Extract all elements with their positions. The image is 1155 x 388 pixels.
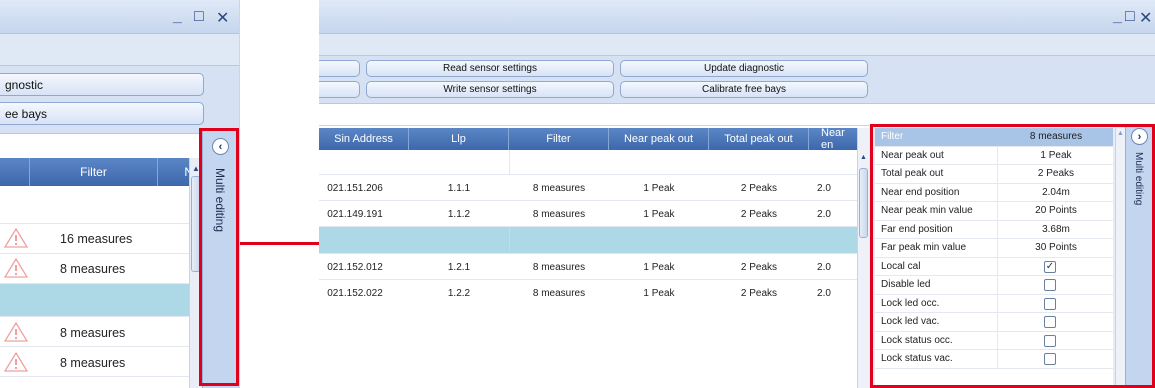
total-peak-cell: 2 Peaks <box>740 182 778 194</box>
address-cell: 021.152.012 <box>327 261 383 273</box>
right-titlebar: _ □ ✕ <box>319 0 1155 34</box>
address-cell: 021.151.206 <box>327 182 383 194</box>
left-ribbon-top <box>0 34 239 66</box>
table-row[interactable]: 8 measures <box>0 347 190 377</box>
left-titlebar: _ □ ✕ <box>0 0 239 34</box>
table-row-selected[interactable] <box>0 284 200 317</box>
filter-cell: 8 measures <box>532 182 586 194</box>
warning-icon <box>4 352 28 372</box>
address-cell: 021.149.191 <box>327 208 383 220</box>
highlight-box <box>870 124 1155 388</box>
table-row[interactable]: 021.149.191 1.1.2 8 measures 1 Peak 2 Pe… <box>319 201 857 227</box>
highlight-box <box>199 128 239 386</box>
filter-cell: 8 measures <box>60 356 126 370</box>
total-peak-cell: 2 Peaks <box>740 261 778 273</box>
total-peak-cell: 2 Peaks <box>740 208 778 220</box>
table-row[interactable]: 021.151.206 1.1.1 8 measures 1 Peak 2 Pe… <box>319 175 857 201</box>
table-row[interactable]: 021.152.022 1.2.2 8 measures 1 Peak 2 Pe… <box>319 280 857 306</box>
right-window: _ □ ✕ Read sensor settings Update diagno… <box>319 0 1155 388</box>
header-llp[interactable]: Llp <box>409 128 509 150</box>
table-row[interactable]: 16 measures <box>0 224 190 254</box>
llp-cell: 1.2.2 <box>447 287 471 299</box>
maximize-icon[interactable]: □ <box>194 8 204 26</box>
write-sensor-settings-button[interactable]: Write sensor settings <box>366 81 614 98</box>
table-row[interactable]: 8 measures <box>0 317 190 347</box>
near-peak-cell: 1 Peak <box>643 287 675 299</box>
button-label: gnostic <box>5 77 44 92</box>
near-end-cell: 2.0 <box>817 208 831 220</box>
calibrate-free-bays-button[interactable]: ee bays <box>0 102 204 125</box>
near-peak-cell: 1 Peak <box>643 208 675 220</box>
maximize-icon[interactable]: □ <box>1125 8 1135 26</box>
table-row[interactable] <box>319 150 857 175</box>
right-ribbon: Read sensor settings Update diagnostic W… <box>319 56 1155 104</box>
filter-cell: 8 measures <box>60 326 126 340</box>
filter-bar[interactable] <box>319 104 871 126</box>
close-icon[interactable]: ✕ <box>1139 8 1152 28</box>
address-cell: 021.152.022 <box>327 287 383 299</box>
near-end-cell: 2.0 <box>817 287 831 299</box>
header-total-peak-out[interactable]: Total peak out <box>709 128 809 150</box>
filter-cell: 8 measures <box>532 261 586 273</box>
minimize-icon[interactable]: _ <box>173 8 182 26</box>
header-cell <box>0 158 30 186</box>
ribbon-button-partial[interactable] <box>319 81 360 98</box>
filter-cell: 8 measures <box>60 262 126 276</box>
update-diagnostic-button[interactable]: Update diagnostic <box>620 60 868 77</box>
llp-cell: 1.1.1 <box>447 182 471 194</box>
close-icon[interactable]: ✕ <box>216 8 229 28</box>
header-near-peak-out[interactable]: Near peak out <box>609 128 709 150</box>
header-near-en[interactable]: Near en <box>809 127 857 151</box>
right-ribbon-top <box>319 34 1155 56</box>
warning-icon <box>4 258 28 278</box>
llp-cell: 1.2.1 <box>447 261 471 273</box>
table-row-selected[interactable] <box>319 227 857 254</box>
near-end-cell: 2.0 <box>817 182 831 194</box>
read-sensor-settings-button[interactable]: Read sensor settings <box>366 60 614 77</box>
scrollbar-thumb[interactable] <box>859 168 868 238</box>
header-filter[interactable]: Filter <box>30 158 158 186</box>
scroll-up-icon[interactable]: ▲ <box>860 154 867 161</box>
left-ribbon: gnostic ee bays <box>0 66 239 134</box>
total-peak-cell: 2 Peaks <box>740 287 778 299</box>
right-grid-header: Sin Address Llp Filter Near peak out Tot… <box>319 127 857 151</box>
minimize-icon[interactable]: _ <box>1113 8 1122 26</box>
near-peak-cell: 1 Peak <box>643 182 675 194</box>
filter-cell: 8 measures <box>532 287 586 299</box>
near-end-cell: 2.0 <box>817 261 831 273</box>
grid-vertical-scrollbar[interactable]: ▲ <box>857 128 869 388</box>
warning-icon <box>4 322 28 342</box>
update-diagnostic-button[interactable]: gnostic <box>0 73 204 96</box>
filter-cell: 8 measures <box>532 208 586 220</box>
ribbon-button-partial[interactable] <box>319 60 360 77</box>
header-filter[interactable]: Filter <box>509 128 609 150</box>
table-row[interactable]: 021.152.012 1.2.1 8 measures 1 Peak 2 Pe… <box>319 254 857 280</box>
left-grid-header: Filter N <box>0 158 196 186</box>
filter-cell: 16 measures <box>60 232 133 246</box>
calibrate-free-bays-button[interactable]: Calibrate free bays <box>620 81 868 98</box>
warning-icon <box>4 228 28 248</box>
near-peak-cell: 1 Peak <box>643 261 675 273</box>
llp-cell: 1.1.2 <box>447 208 471 220</box>
table-row[interactable] <box>0 186 190 224</box>
header-sin-address[interactable]: Sin Address <box>319 128 409 150</box>
left-window: _ □ ✕ gnostic ee bays Filter N 16 measur… <box>0 0 240 388</box>
table-row[interactable]: 8 measures <box>0 254 190 284</box>
button-label: ee bays <box>5 106 48 121</box>
